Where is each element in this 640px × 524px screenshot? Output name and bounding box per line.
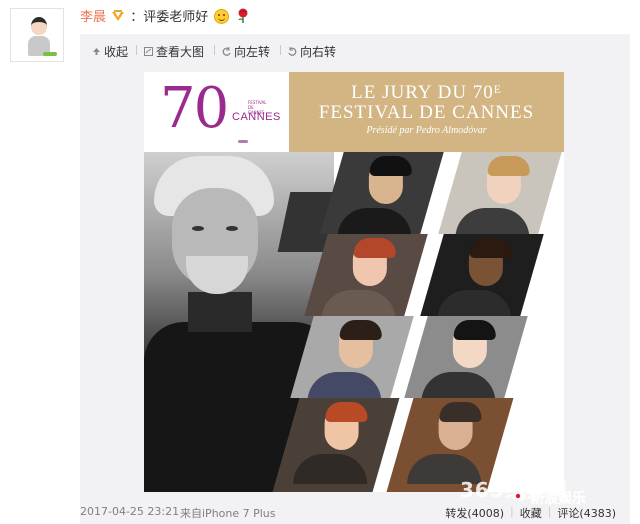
toolbar-divider	[136, 45, 137, 55]
juror-photo	[320, 152, 444, 234]
media-card: 收起 查看大图 向左转 向右转 70 CANNES FESTIVAL DE CA…	[80, 34, 630, 524]
juror-hair	[469, 238, 512, 258]
rotate-left-button[interactable]: 向左转	[222, 43, 270, 60]
collapse-button[interactable]: 收起	[92, 43, 128, 60]
poster-title-line1: LE JURY DU 70ᴱ	[351, 82, 502, 103]
juror-photo	[438, 152, 562, 234]
magnify-icon	[144, 47, 153, 56]
post-timestamp[interactable]: 2017-04-25 23:21	[80, 505, 179, 518]
smile-emoji-icon	[214, 9, 230, 24]
juror-shoulders	[455, 208, 530, 234]
portrait-eye	[226, 226, 238, 231]
juror-hair	[369, 156, 412, 176]
avatar[interactable]	[10, 8, 64, 62]
cannes-70-logo: 70 CANNES FESTIVAL DE CANNES	[144, 72, 289, 152]
juror-shoulders	[321, 290, 396, 316]
rose-emoji-icon	[238, 8, 248, 23]
juror-shoulders	[437, 290, 512, 316]
view-large-label: 查看大图	[156, 45, 205, 59]
image-toolbar: 收起 查看大图 向左转 向右转	[80, 34, 630, 64]
juror-hair	[453, 320, 496, 340]
toolbar-divider	[280, 45, 281, 55]
poster-title-band: LE JURY DU 70ᴱ FESTIVAL DE CANNES Présid…	[289, 72, 564, 152]
post-source: 来自iPhone 7 Plus	[180, 507, 276, 520]
juror-shoulders	[307, 372, 382, 398]
juror-shoulders	[293, 454, 368, 484]
username-link[interactable]: 李晨	[80, 10, 106, 25]
avatar-tag	[43, 52, 57, 56]
portrait-neck	[188, 292, 252, 332]
juror-hair	[339, 320, 382, 340]
comment-button[interactable]: 评论(4383)	[551, 505, 622, 521]
avatar-head	[31, 17, 47, 35]
rotate-right-icon	[288, 47, 297, 56]
logo-mark	[238, 140, 248, 143]
jury-poster-image[interactable]: 70 CANNES FESTIVAL DE CANNES LE JURY DU …	[144, 72, 564, 492]
view-large-button[interactable]: 查看大图	[144, 43, 204, 60]
jury-photo-collage	[144, 152, 564, 492]
juror-photo	[404, 316, 528, 398]
rotate-right-button[interactable]: 向右转	[288, 43, 336, 60]
rotate-left-icon	[222, 47, 231, 56]
collapse-label: 收起	[104, 45, 129, 59]
logo-number: 70	[160, 76, 229, 141]
repost-button[interactable]: 转发(4008)	[439, 505, 510, 521]
portrait-beard	[186, 256, 248, 294]
juror-hair	[353, 238, 396, 258]
toolbar-divider	[214, 45, 215, 55]
juror-hair	[439, 402, 482, 422]
vip-badge-icon[interactable]	[111, 10, 125, 22]
portrait-eye	[192, 226, 204, 231]
collapse-icon	[93, 48, 100, 55]
favorite-button[interactable]: 收藏	[514, 505, 548, 521]
rotate-left-label: 向左转	[234, 45, 271, 59]
weibo-eye-icon	[512, 491, 526, 501]
poster-subtitle: Présidé par Pedro Almodóvar	[366, 125, 487, 136]
juror-hair	[487, 156, 530, 176]
logo-small-text: FESTIVAL DE CANNES	[248, 100, 267, 115]
juror-hair	[325, 402, 368, 422]
post-content: ：评委老师好	[130, 10, 209, 25]
juror-shoulders	[421, 372, 496, 398]
post-text-line: 李晨 ：评委老师好	[80, 8, 249, 27]
poster-title-line2: FESTIVAL DE CANNES	[318, 102, 535, 123]
rotate-right-label: 向右转	[300, 45, 337, 59]
juror-photo	[420, 234, 544, 316]
juror-shoulders	[337, 208, 412, 234]
post-actions: 转发(4008) | 收藏 | 评论(4383)	[439, 505, 622, 521]
